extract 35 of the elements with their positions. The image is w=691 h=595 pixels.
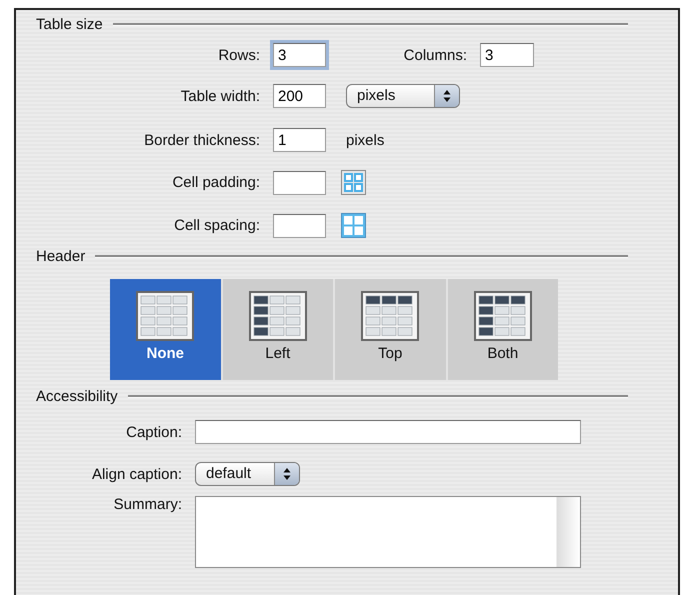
header-option[interactable]: None bbox=[110, 279, 220, 380]
cell-padding-field[interactable] bbox=[273, 170, 326, 194]
field-label: Cell spacing: bbox=[173, 217, 261, 234]
field-label: Align caption: bbox=[90, 466, 183, 482]
cell-spacing-icon bbox=[341, 213, 366, 238]
stepper-icon bbox=[443, 90, 451, 102]
field-label: Border thickness: bbox=[143, 132, 261, 148]
field-label: Rows: bbox=[217, 46, 261, 64]
unit-label: pixels bbox=[346, 132, 384, 148]
header-option[interactable]: Left bbox=[222, 279, 333, 380]
section-title: Table size bbox=[36, 16, 103, 33]
cell-spacing-field[interactable] bbox=[273, 214, 326, 238]
header-option[interactable]: Top bbox=[335, 279, 446, 380]
unit-dropdown[interactable]: pixels bbox=[346, 84, 460, 108]
table-header-icon bbox=[474, 291, 532, 341]
section-title: Header bbox=[36, 248, 86, 265]
field-label: Cell padding: bbox=[171, 174, 261, 191]
field-label: Columns: bbox=[402, 46, 468, 64]
columns-field[interactable]: 3 bbox=[480, 43, 534, 67]
rows-field[interactable]: 3 bbox=[273, 43, 326, 67]
field-label: Summary: bbox=[112, 496, 183, 513]
field-label: Caption: bbox=[125, 424, 183, 440]
header-option[interactable]: Both bbox=[448, 279, 558, 380]
field-label: Table width: bbox=[180, 88, 261, 104]
border-thickness-field[interactable]: 1 bbox=[273, 128, 326, 152]
summary-field[interactable] bbox=[195, 496, 581, 568]
align-caption-dropdown[interactable]: default bbox=[195, 462, 300, 486]
table-width-field[interactable]: 200 bbox=[273, 84, 326, 108]
table-header-icon bbox=[136, 291, 194, 341]
table-header-icon bbox=[248, 291, 307, 341]
section-title: Accessibility bbox=[36, 388, 118, 405]
cell-padding-icon bbox=[341, 170, 366, 195]
table-header-icon bbox=[361, 291, 420, 341]
caption-field[interactable] bbox=[195, 420, 581, 444]
stepper-icon bbox=[283, 468, 291, 480]
